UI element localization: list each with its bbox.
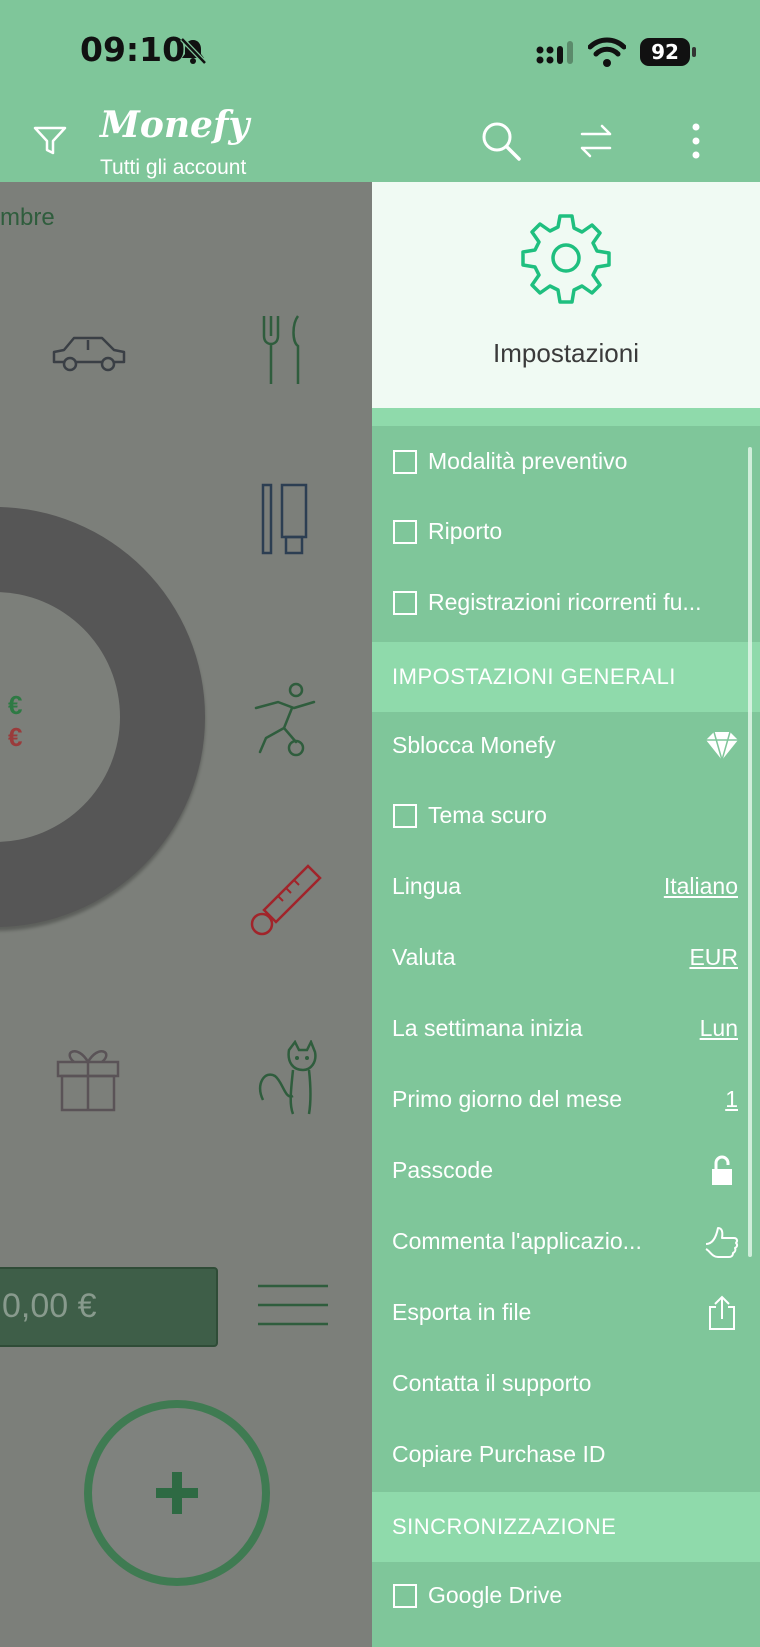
budget-mode-toggle[interactable]: Modalità preventivo: [372, 428, 760, 498]
main-screen-dimmed[interactable]: mbre € € 0,00 €: [0, 182, 372, 1647]
battery-nub: [692, 47, 696, 57]
status-time: 09:10: [80, 30, 186, 69]
passcode-item[interactable]: Passcode: [372, 1137, 760, 1207]
app-logo: Monefy: [100, 104, 250, 146]
balance-amount: 0,00 €: [2, 1287, 97, 1325]
app-bar: Monefy Tutti gli account: [0, 100, 760, 182]
checkbox[interactable]: [393, 591, 417, 615]
section-label: SINCRONIZZAZIONE: [392, 1514, 617, 1539]
drawer-title: Impostazioni: [493, 338, 639, 368]
pets-cat-icon[interactable]: [255, 1040, 317, 1118]
language-value[interactable]: Italiano: [664, 873, 738, 900]
settings-drawer: Impostazioni Modalità preventivo Riporto…: [372, 182, 760, 1647]
first-day-item[interactable]: Primo giorno del mese 1: [372, 1066, 760, 1136]
car-icon[interactable]: [50, 332, 128, 372]
export-file-item[interactable]: Esporta in file: [372, 1279, 760, 1349]
lock-icon: [712, 1155, 732, 1185]
wifi-icon: [588, 37, 626, 67]
contact-support-item[interactable]: Contatta il supporto: [372, 1350, 760, 1420]
copy-purchase-id-item[interactable]: Copiare Purchase ID: [372, 1421, 760, 1491]
carry-over-label: Riporto: [428, 518, 503, 544]
export-label: Esporta in file: [392, 1299, 532, 1325]
rate-app-item[interactable]: Commenta l'applicazio...: [372, 1208, 760, 1278]
balance-button[interactable]: 0,00 €: [0, 1267, 218, 1347]
unlock-monefy-item[interactable]: Sblocca Monefy: [372, 712, 760, 782]
support-label: Contatta il supporto: [392, 1370, 592, 1396]
battery-level: 92: [640, 38, 690, 66]
signal-icon: [536, 41, 573, 64]
passcode-label: Passcode: [392, 1157, 494, 1183]
battery-indicator: 92: [640, 38, 698, 66]
checkbox[interactable]: [393, 804, 417, 828]
status-bar: 09:10 92: [0, 0, 760, 100]
drawer-scrollbar[interactable]: [748, 447, 752, 1257]
currency-value[interactable]: EUR: [689, 944, 738, 971]
google-drive-toggle[interactable]: Google Drive: [372, 1562, 760, 1632]
currency-item[interactable]: Valuta EUR: [372, 924, 760, 994]
general-settings-header: IMPOSTAZIONI GENERALI: [372, 642, 760, 712]
budget-mode-label: Modalità preventivo: [428, 448, 628, 474]
health-thermometer-icon[interactable]: [248, 862, 324, 938]
first-day-value[interactable]: 1: [725, 1086, 738, 1113]
sports-icon[interactable]: [252, 682, 320, 758]
filter-icon[interactable]: [32, 122, 68, 158]
drawer-header: Impostazioni: [372, 182, 760, 408]
sync-header: SINCRONIZZAZIONE: [372, 1492, 760, 1562]
expense-total: €: [8, 722, 23, 752]
bell-muted-icon: [180, 37, 207, 65]
unlock-label: Sblocca Monefy: [392, 732, 556, 758]
account-selector[interactable]: Tutti gli account: [100, 156, 246, 180]
checkbox[interactable]: [393, 520, 417, 544]
month-label: mbre: [0, 204, 55, 231]
checkbox[interactable]: [393, 450, 417, 474]
transfer-icon[interactable]: [578, 122, 614, 160]
thumbs-up-icon: [705, 1227, 739, 1258]
future-recurring-toggle[interactable]: Registrazioni ricorrenti fu...: [372, 569, 760, 639]
gift-icon[interactable]: [52, 1042, 124, 1114]
currency-label: Valuta: [392, 944, 456, 970]
toiletries-icon[interactable]: [260, 482, 310, 556]
food-icon[interactable]: [260, 312, 308, 388]
gear-icon: [521, 214, 611, 304]
checkbox[interactable]: [393, 1584, 417, 1608]
future-recurring-label: Registrazioni ricorrenti fu...: [428, 589, 702, 615]
week-start-label: La settimana inizia: [392, 1015, 583, 1041]
income-total: €: [8, 690, 23, 720]
section-label: IMPOSTAZIONI GENERALI: [392, 664, 676, 689]
first-day-label: Primo giorno del mese: [392, 1086, 623, 1112]
more-menu-icon[interactable]: [688, 122, 704, 160]
header-divider: [372, 408, 760, 426]
search-icon[interactable]: [480, 120, 522, 162]
carry-over-toggle[interactable]: Riporto: [372, 498, 760, 568]
add-income-button[interactable]: [84, 1400, 270, 1586]
plus-icon: [156, 1472, 198, 1514]
dark-theme-toggle[interactable]: Tema scuro: [372, 782, 760, 852]
list-icon[interactable]: [256, 1282, 330, 1328]
language-item[interactable]: Lingua Italiano: [372, 853, 760, 923]
purchase-id-label: Copiare Purchase ID: [392, 1441, 606, 1467]
diamond-icon: [706, 731, 738, 763]
share-icon: [709, 1295, 735, 1330]
google-drive-label: Google Drive: [428, 1582, 563, 1608]
language-label: Lingua: [392, 873, 462, 899]
week-start-value[interactable]: Lun: [700, 1015, 738, 1042]
dark-theme-label: Tema scuro: [428, 802, 547, 828]
week-start-item[interactable]: La settimana inizia Lun: [372, 995, 760, 1065]
rate-app-label: Commenta l'applicazio...: [392, 1228, 642, 1254]
